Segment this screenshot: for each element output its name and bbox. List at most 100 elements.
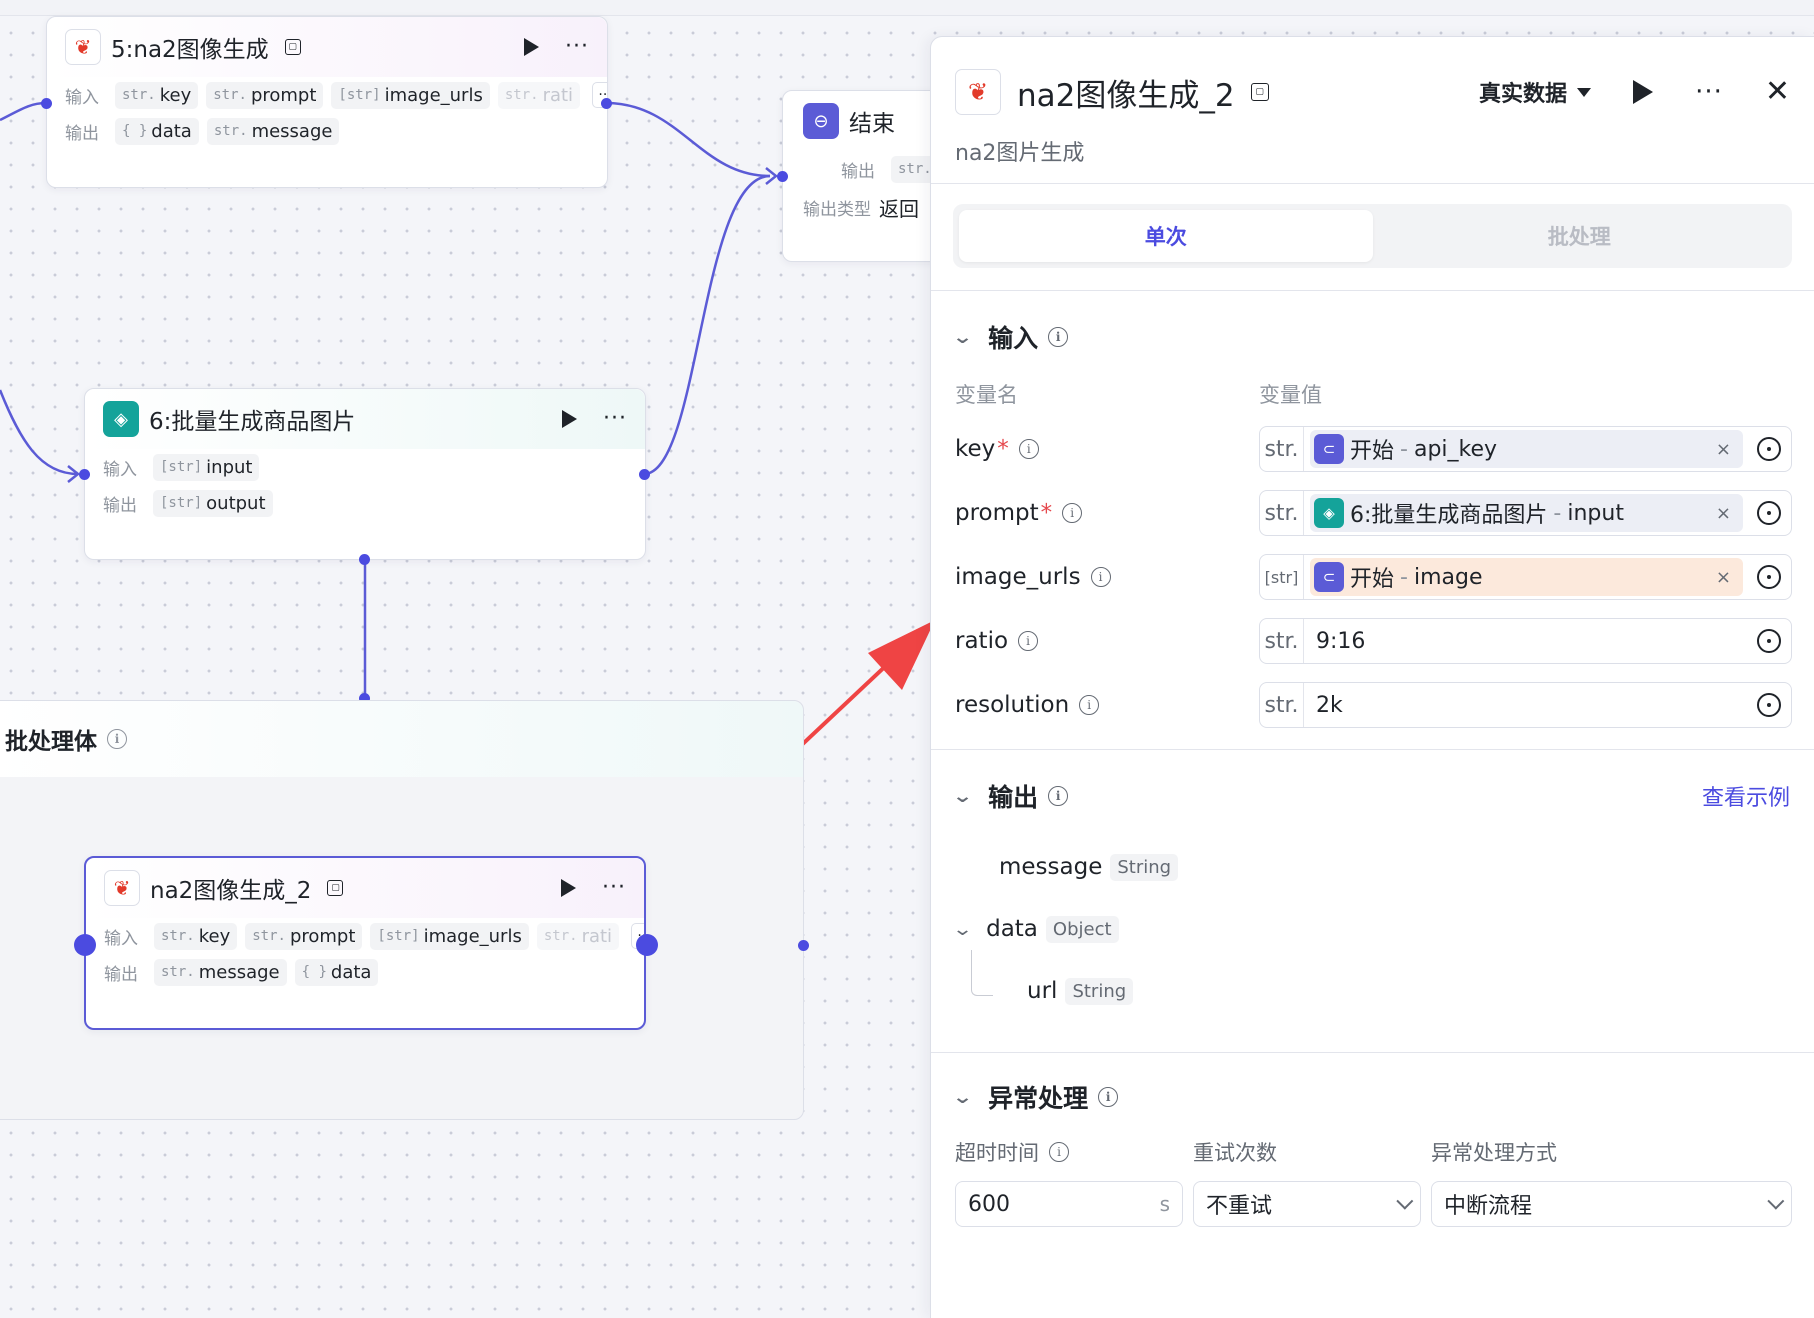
var-value-box[interactable]: str. 9:16 [1259,618,1792,664]
output-field-data[interactable]: ⌄ data Object [931,908,1814,950]
var-value-box[interactable]: str. ◈ 6:批量生成商品图片 - input × [1259,490,1792,536]
run-node-button[interactable] [561,879,577,897]
retry-select[interactable]: 不重试 [1193,1181,1421,1227]
variable-picker-icon[interactable] [1757,501,1781,525]
edge-node5-end [605,101,771,178]
run-node-button[interactable] [562,410,578,428]
ratio-input[interactable]: 9:16 [1304,629,1751,654]
pepper-icon: ❦ [104,870,140,906]
output-message: str. message [206,117,340,145]
var-value-box[interactable]: str. ⊂ 开始 - api_key × [1259,426,1792,472]
run-button[interactable] [1633,80,1654,104]
variable-reference[interactable]: ⊂ 开始 - image × [1310,558,1743,596]
port-na2-in[interactable] [74,934,96,956]
field-name: data [986,916,1038,942]
info-icon[interactable]: i [1048,786,1069,806]
var-name: prompt [955,500,1039,526]
input-image-urls: [str] image_urls [331,81,490,109]
info-icon[interactable]: i [1049,1142,1069,1162]
panel-title[interactable]: na2图像生成_2 [1017,70,1235,115]
variable-picker-icon[interactable] [1757,437,1781,461]
port-na2-out[interactable] [636,934,658,956]
field-type-tag: Object [1045,915,1119,943]
port-node6-out[interactable] [639,469,650,480]
variable-reference[interactable]: ⊂ 开始 - api_key × [1310,430,1743,468]
info-icon[interactable]: i [1079,695,1100,715]
info-icon[interactable]: i [1098,1087,1119,1107]
resolution-input[interactable]: 2k [1304,693,1751,718]
clear-reference-button[interactable]: × [1716,567,1731,588]
output-label: 输出 [65,123,99,144]
output-kind-label: 输出类型 [803,199,871,220]
variable-picker-icon[interactable] [1757,565,1781,589]
tab-single[interactable]: 单次 [959,210,1373,262]
node-6-batch-products[interactable]: ◈ 6:批量生成商品图片 ··· 输入 [str] input 输出 [str] o… [84,388,646,560]
input-input: [str] input [153,453,260,481]
port-end-in[interactable] [777,171,788,182]
ref-field: input [1567,500,1624,526]
type-badge[interactable]: str. [1260,491,1304,535]
col-var-name: 变量名 [955,383,1018,407]
type-badge[interactable]: [str] [1260,555,1304,599]
view-example-link[interactable]: 查看示例 [1702,780,1790,812]
variable-picker-icon[interactable] [1757,629,1781,653]
clear-reference-button[interactable]: × [1716,439,1731,460]
info-icon[interactable]: i [1090,567,1111,587]
chevron-down-icon[interactable]: ⌄ [952,1087,973,1108]
chevron-down-icon[interactable]: ⌄ [952,919,973,940]
chevron-down-icon[interactable]: ⌄ [952,327,973,348]
input-key: str. key [115,81,199,109]
type-badge[interactable]: str. [1260,427,1304,471]
more-icon[interactable]: ··· [565,36,589,58]
port-node5-in[interactable] [41,98,52,109]
port-node6-in[interactable] [79,469,90,480]
chevron-down-icon[interactable]: ⌄ [952,786,973,807]
run-node-button[interactable] [524,38,540,56]
exception-labels: 超时时间 i 重试次数 异常处理方式 [931,1137,1814,1167]
input-section-header[interactable]: ⌄ 输入 i [931,317,1814,357]
chevron-down-icon [1767,1192,1785,1210]
close-icon[interactable]: ✕ [1765,77,1790,107]
exception-mode-select[interactable]: 中断流程 [1431,1181,1792,1227]
layers-icon: ◈ [103,401,139,437]
ref-field: image [1413,564,1483,590]
end-icon: ⊖ [803,103,839,139]
output-section-header[interactable]: ⌄ 输出 i 查看示例 [931,776,1814,816]
type-badge[interactable]: str. [1260,683,1304,727]
data-mode-dropdown[interactable]: 真实数据 [1479,76,1592,108]
col-var-value: 变量值 [1259,383,1322,407]
more-icon[interactable]: ··· [1695,79,1723,105]
type-badge[interactable]: str. [1260,619,1304,663]
node-5-image-gen[interactable]: ❦ 5:na2图像生成 ▢ ··· 输入 str. key str. prompt … [46,16,608,188]
output-section-title: 输出 [988,783,1039,812]
port-node5-out[interactable] [601,98,612,109]
more-icon[interactable]: ··· [603,408,627,430]
info-icon[interactable]: i [1018,631,1039,651]
exception-section-header[interactable]: ⌄ 异常处理 i [931,1077,1814,1117]
timeout-input[interactable]: 600 s [955,1181,1183,1227]
divider [931,290,1814,291]
var-name: ratio [955,628,1009,654]
divider [931,183,1814,184]
layers-icon: ◈ [1314,498,1344,528]
more-icon[interactable]: ··· [602,877,626,899]
var-value-box[interactable]: str. 2k [1259,682,1792,728]
timeout-value: 600 [968,1191,1010,1217]
panel-subtitle: na2图片生成 [955,141,1085,166]
info-icon[interactable]: i [1018,439,1039,459]
clear-reference-button[interactable]: × [1716,503,1731,524]
info-icon[interactable]: i [107,729,127,749]
arrow-annotation-head [868,620,935,690]
port-node6-batch[interactable] [359,554,370,565]
info-icon[interactable]: i [1062,503,1083,523]
tab-batch[interactable]: 批处理 [1373,210,1787,262]
variable-reference[interactable]: ◈ 6:批量生成商品图片 - input × [1310,494,1743,532]
info-icon[interactable]: i [1048,327,1069,347]
port-batch-out[interactable] [798,940,809,951]
var-value-box[interactable]: [str] ⊂ 开始 - image × [1259,554,1792,600]
exception-section-title: 异常处理 [988,1084,1089,1113]
node-na2-image-gen-2[interactable]: ❦ na2图像生成_2 ▢ ··· 输入 str. key str. prompt … [84,856,646,1030]
variable-picker-icon[interactable] [1757,693,1781,717]
var-row-prompt: prompt * i str. ◈ 6:批量生成商品图片 - input × [931,481,1814,545]
output-field-url: url String [959,970,1134,1012]
